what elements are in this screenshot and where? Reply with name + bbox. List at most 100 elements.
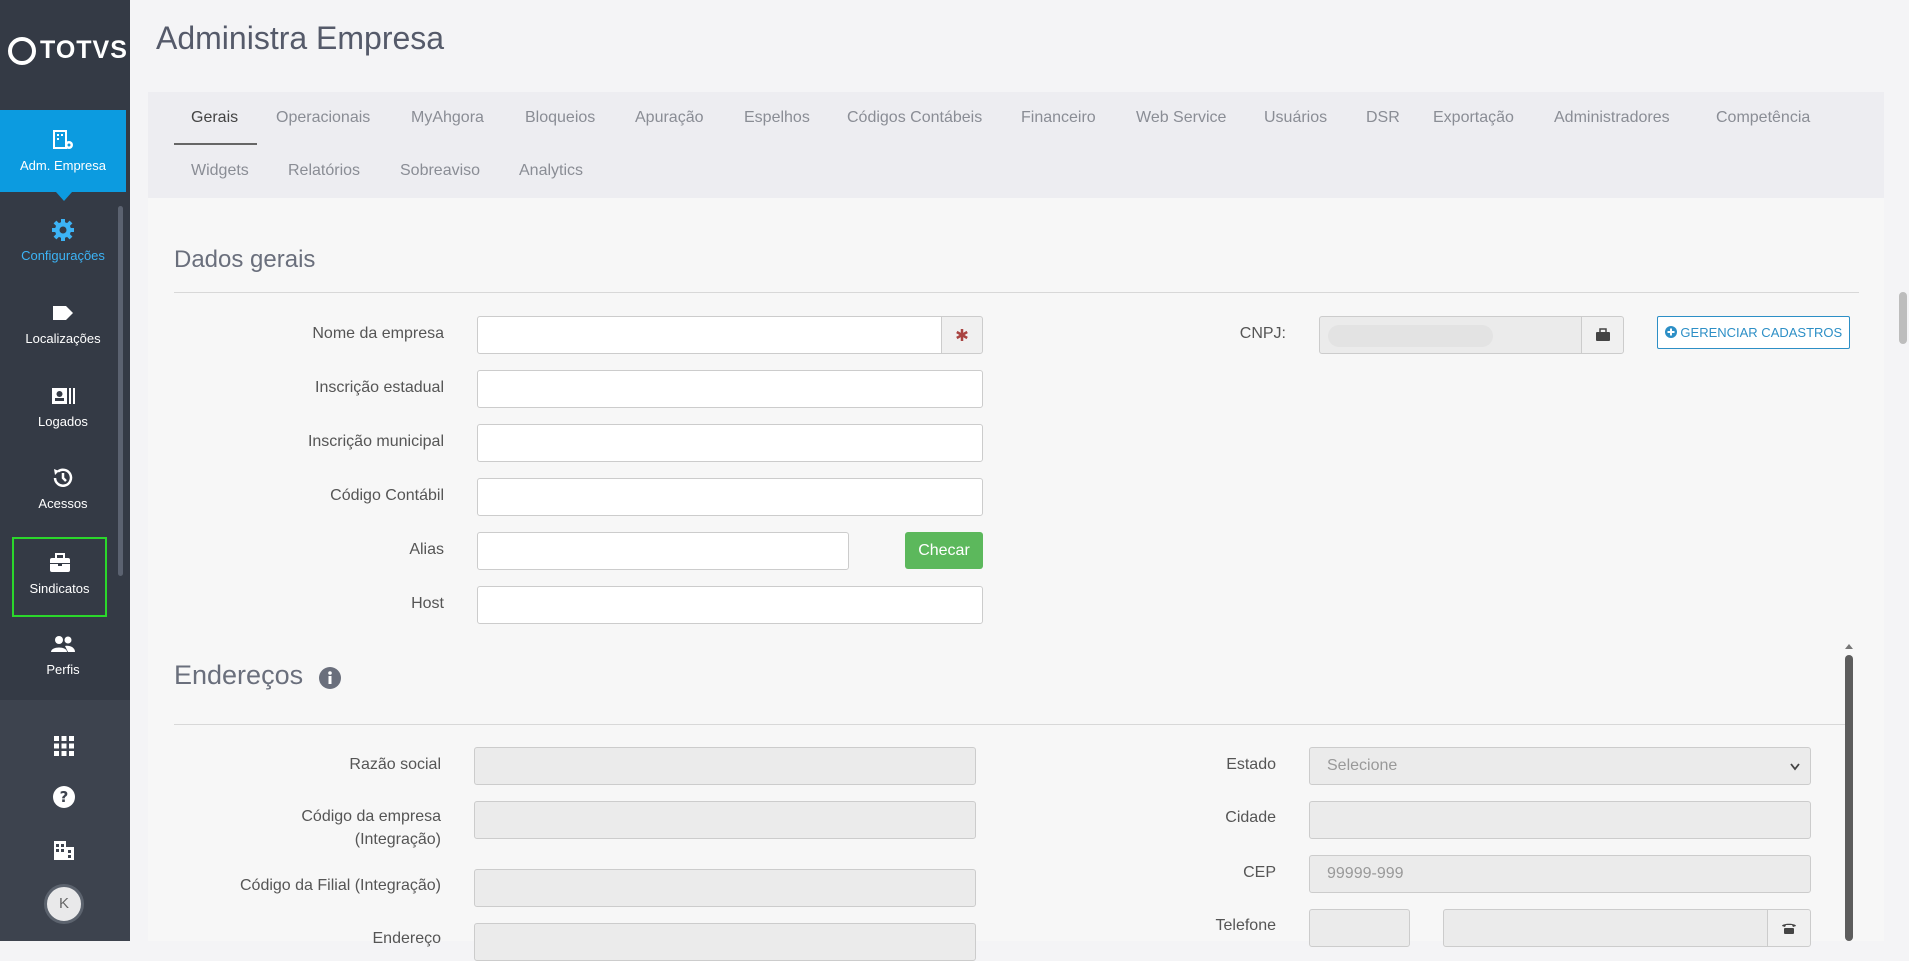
tab-operacionais[interactable]: Operacionais <box>276 109 370 127</box>
label-alias: Alias <box>409 541 444 558</box>
divider <box>174 724 1845 725</box>
tab-espelhos[interactable]: Espelhos <box>744 109 810 127</box>
users-icon <box>51 636 75 652</box>
company-settings-icon <box>53 130 73 149</box>
codigo-filial-input[interactable] <box>474 869 976 907</box>
page-title: Administra Empresa <box>156 20 445 56</box>
tab-analytics[interactable]: Analytics <box>519 162 583 180</box>
logo-text: TOTVS <box>40 36 128 64</box>
cnpj-addon[interactable] <box>1581 316 1624 354</box>
label-cep: CEP <box>1243 864 1276 881</box>
estado-select[interactable]: Selecione <box>1309 747 1811 785</box>
label-inscricao-estadual: Inscrição estadual <box>315 379 444 396</box>
sidebar-item-sindicatos[interactable]: Sindicatos <box>12 537 107 617</box>
telefone-addon <box>1767 909 1811 947</box>
avatar[interactable]: K <box>44 884 84 924</box>
asterisk-icon <box>956 328 968 341</box>
inscricao-estadual-input[interactable] <box>477 370 983 408</box>
label-codigo-empresa-2: (Integração) <box>354 831 441 848</box>
logo-icon <box>8 36 36 65</box>
alias-input[interactable] <box>477 532 849 570</box>
label-codigo-filial: Código da Filial (Integração) <box>240 877 441 894</box>
tab-sobreaviso[interactable]: Sobreaviso <box>400 162 480 180</box>
cnpj-value-redacted <box>1328 325 1493 347</box>
nome-empresa-input[interactable] <box>477 316 942 354</box>
scroll-up-icon[interactable] <box>1844 643 1854 650</box>
tab-financeiro[interactable]: Financeiro <box>1021 109 1096 127</box>
label-estado: Estado <box>1226 756 1276 773</box>
sidebar-item-acessos[interactable]: Acessos <box>0 466 126 511</box>
sidebar-item-label: Configurações <box>21 248 105 263</box>
gear-icon <box>52 219 74 241</box>
sidebar-item-label: Acessos <box>38 496 88 511</box>
codigo-contabil-input[interactable] <box>477 478 983 516</box>
label-telefone: Telefone <box>1215 917 1277 934</box>
tab-widgets[interactable]: Widgets <box>191 162 249 180</box>
active-tab-indicator <box>174 143 257 145</box>
tab-dsr[interactable]: DSR <box>1366 109 1400 127</box>
sidebar-item-localizacoes[interactable]: Localizações <box>0 301 126 346</box>
chevron-down-icon <box>1790 763 1800 771</box>
tab-codigos-contabeis[interactable]: Códigos Contábeis <box>847 109 982 127</box>
tab-administradores[interactable]: Administradores <box>1554 109 1670 127</box>
label-codigo-contabil: Código Contábil <box>330 487 444 504</box>
totvs-logo[interactable]: TOTVS <box>8 36 128 65</box>
tab-relatorios[interactable]: Relatórios <box>288 162 360 180</box>
tab-apuracao[interactable]: Apuração <box>635 109 704 127</box>
label-endereco: Endereço <box>372 930 442 947</box>
content-scrollbar[interactable] <box>1845 655 1853 941</box>
gerenciar-cadastros-button[interactable]: GERENCIAR CADASTROS <box>1657 316 1850 349</box>
sidebar-scrollbar[interactable] <box>118 206 123 576</box>
phone-icon <box>1782 923 1796 934</box>
label-cidade: Cidade <box>1225 809 1276 826</box>
tab-bar <box>148 92 1884 198</box>
tab-exportacao[interactable]: Exportação <box>1433 109 1514 127</box>
apps-grid-icon[interactable] <box>52 734 76 758</box>
tab-myahgora[interactable]: MyAhgora <box>411 109 484 127</box>
inscricao-municipal-input[interactable] <box>477 424 983 462</box>
section-title-dados-gerais: Dados gerais <box>174 246 316 273</box>
info-icon[interactable] <box>319 667 341 689</box>
page-scrollbar[interactable] <box>1899 292 1907 344</box>
cidade-input[interactable] <box>1309 801 1811 839</box>
sidebar-item-adm-empresa[interactable]: Adm. Empresa <box>0 110 126 201</box>
label-nome-empresa: Nome da empresa <box>312 325 444 342</box>
sidebar-item-label: Adm. Empresa <box>20 158 106 173</box>
endereco-input[interactable] <box>474 923 976 961</box>
cep-placeholder: 99999-999 <box>1327 865 1404 882</box>
briefcase-icon <box>1595 328 1610 341</box>
tag-icon <box>53 306 73 320</box>
help-icon[interactable]: ? <box>52 785 76 809</box>
host-input[interactable] <box>477 586 983 624</box>
id-card-icon <box>52 388 75 404</box>
sidebar-item-perfis[interactable]: Perfis <box>0 632 126 677</box>
sidebar-item-label: Localizações <box>25 331 101 346</box>
required-indicator <box>941 316 983 354</box>
label-razao-social: Razão social <box>349 756 441 773</box>
gerenciar-cadastros-label: GERENCIAR CADASTROS <box>1680 325 1843 340</box>
tab-bloqueios[interactable]: Bloqueios <box>525 109 595 127</box>
telefone-ddd-input[interactable] <box>1309 909 1410 947</box>
checar-button[interactable]: Checar <box>905 532 983 569</box>
tab-gerais[interactable]: Gerais <box>191 109 238 127</box>
codigo-empresa-input[interactable] <box>474 801 976 839</box>
telefone-input[interactable] <box>1443 909 1768 947</box>
sidebar-item-logados[interactable]: Logados <box>0 384 126 429</box>
label-host: Host <box>411 595 444 612</box>
razao-social-input[interactable] <box>474 747 976 785</box>
tab-web-service[interactable]: Web Service <box>1136 109 1226 127</box>
tab-usuarios[interactable]: Usuários <box>1264 109 1327 127</box>
cep-input[interactable]: 99999-999 <box>1309 855 1811 893</box>
sidebar-item-configuracoes[interactable]: Configurações <box>0 218 126 263</box>
sidebar-item-label: Perfis <box>46 662 80 677</box>
divider <box>174 292 1859 293</box>
label-inscricao-municipal: Inscrição municipal <box>307 433 444 450</box>
section-title-enderecos: Endereços <box>174 660 304 690</box>
briefcase-icon <box>49 553 70 572</box>
sidebar: TOTVS Adm. Empresa Configurações Localiz… <box>0 0 130 941</box>
label-codigo-empresa-1: Código da empresa <box>301 808 441 825</box>
building-icon[interactable] <box>52 838 76 862</box>
tab-competencia[interactable]: Competência <box>1716 109 1810 127</box>
sidebar-item-label: Sindicatos <box>29 581 90 596</box>
label-cnpj: CNPJ: <box>1239 325 1286 342</box>
